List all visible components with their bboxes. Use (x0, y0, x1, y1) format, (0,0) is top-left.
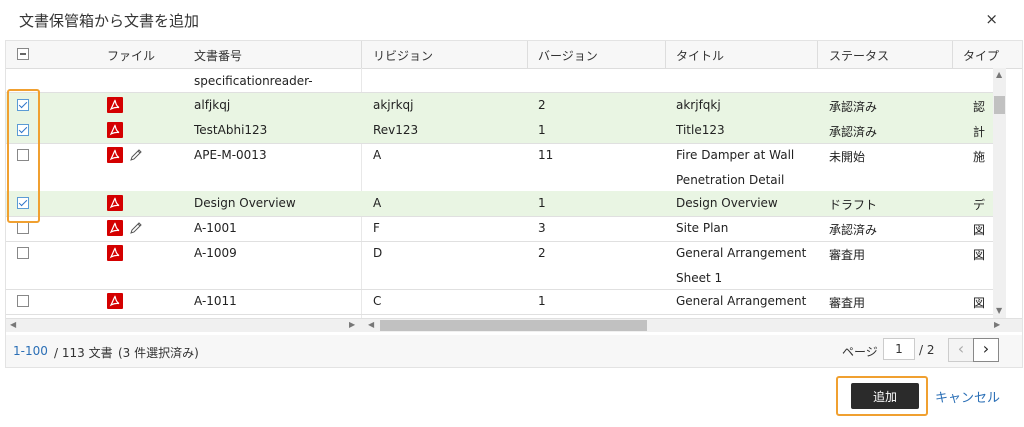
doc-number-cell: A-1009 (194, 246, 237, 260)
table-row[interactable]: TestAbhi123 Rev123 1 Title123 承認済み 計 (6, 118, 1006, 144)
pencil-icon[interactable] (128, 220, 144, 236)
type-cell: 図 (973, 296, 986, 310)
pdf-icon[interactable] (107, 195, 123, 211)
version-cell: 2 (538, 246, 546, 260)
page-total: / 2 (919, 343, 935, 357)
row-checkbox[interactable] (17, 222, 29, 234)
scroll-right-icon[interactable]: ▶ (994, 320, 1000, 329)
type-cell: デ (973, 198, 986, 212)
horizontal-scroll-thumb[interactable] (380, 320, 647, 331)
type-cell: 施 (973, 150, 986, 164)
status-cell: ドラフト (829, 198, 878, 212)
title-cell: General Arrangement (676, 294, 807, 308)
column-header-revision[interactable]: リビジョン (373, 47, 433, 64)
column-header-version[interactable]: バージョン (538, 47, 598, 64)
prev-page-button[interactable]: ‹ (948, 338, 974, 362)
table-row[interactable]: APE-M-0013 A 11 Fire Damper at Wall Penetrat… (6, 143, 1006, 192)
revision-cell: akjrkqj (373, 98, 414, 112)
type-cell: 認 (973, 100, 986, 114)
checkbox-highlight (7, 89, 40, 223)
row-checkbox[interactable] (17, 247, 29, 259)
scroll-up-icon[interactable]: ▲ (996, 70, 1002, 79)
revision-cell: A (373, 196, 382, 210)
next-page-button[interactable]: › (973, 338, 999, 362)
page-label: ページ (842, 345, 878, 359)
close-icon[interactable]: × (985, 10, 998, 28)
table-row[interactable]: A-1001 F 3 Site Plan 承認済み 図 (6, 216, 1006, 242)
doc-number-cell: TestAbhi123 (194, 123, 268, 137)
column-header-title[interactable]: タイトル (676, 47, 724, 64)
grid-header: ファイル 文書番号 リビジョン バージョン タイトル ステータス タイプ (6, 41, 1022, 69)
document-grid: ファイル 文書番号 リビジョン バージョン タイトル ステータス タイプ spe… (5, 40, 1023, 337)
doc-number-cell: Design Overview (194, 196, 296, 210)
grid-footer: 1-100 / 113 文書 (3 件選択済み) ページ 1 / 2 ‹ › (5, 335, 1023, 368)
title-cell: Site Plan (676, 221, 729, 235)
row-checkbox[interactable] (17, 295, 29, 307)
dialog-title: 文書保管箱から文書を追加 (19, 12, 200, 30)
revision-cell: Rev123 (373, 123, 419, 137)
doc-number-cell: A-1011 (194, 294, 237, 308)
range-label: 1-100 (13, 344, 48, 358)
table-row[interactable]: Design Overview A 1 Design Overview ドラフト デ (6, 191, 1006, 217)
scroll-right-icon[interactable]: ▶ (349, 320, 355, 329)
doc-number-cell: specificationreader- (194, 74, 313, 88)
doc-number-cell: APE-M-0013 (194, 148, 267, 162)
status-cell: 審査用 (829, 248, 866, 262)
version-cell: 1 (538, 123, 546, 137)
pencil-icon[interactable] (128, 147, 144, 163)
column-header-status[interactable]: ステータス (829, 47, 889, 64)
doc-number-cell: A-1001 (194, 221, 237, 235)
column-header-doc-number[interactable]: 文書番号 (194, 47, 242, 64)
selected-count: (3 件選択済み) (118, 346, 199, 360)
title-cell: General Arrangement (676, 246, 807, 260)
pdf-icon[interactable] (107, 122, 123, 138)
scroll-left-icon[interactable]: ◀ (368, 320, 374, 329)
scroll-down-icon[interactable]: ▼ (996, 306, 1002, 315)
select-all-checkbox[interactable] (17, 48, 29, 60)
revision-cell: A (373, 148, 382, 162)
status-cell: 承認済み (829, 100, 878, 114)
status-cell: 審査用 (829, 296, 866, 310)
add-button[interactable]: 追加 (851, 383, 919, 409)
type-cell: 図 (973, 223, 986, 237)
title-cell: akrjfqkj (676, 98, 721, 112)
version-cell: 1 (538, 294, 546, 308)
type-cell: 計 (973, 125, 986, 139)
status-cell: 未開始 (829, 150, 866, 164)
version-cell: 11 (538, 148, 554, 162)
table-row[interactable]: A-1011 C 1 General Arrangement 審査用 図 (6, 289, 1006, 315)
column-header-file[interactable]: ファイル (107, 47, 155, 64)
revision-cell: F (373, 221, 380, 235)
version-cell: 3 (538, 221, 546, 235)
total-label: / 113 文書 (54, 346, 113, 360)
title-cell-line2: Sheet 1 (676, 271, 723, 285)
title-cell-line2: Penetration Detail (676, 173, 785, 187)
table-row[interactable]: specificationreader- (6, 69, 1006, 93)
vertical-scrollbar[interactable]: ▲ ▼ (993, 68, 1006, 318)
pdf-icon[interactable] (107, 97, 123, 113)
table-row[interactable]: A-1009 D 2 General Arrangement Sheet 1 審査用 図 (6, 241, 1006, 290)
table-row[interactable]: alfjkqj akjrkqj 2 akrjfqkj 承認済み 認 (6, 93, 1006, 119)
type-cell: 図 (973, 248, 986, 262)
pdf-icon[interactable] (107, 293, 123, 309)
version-cell: 2 (538, 98, 546, 112)
page-input[interactable]: 1 (883, 338, 915, 360)
version-cell: 1 (538, 196, 546, 210)
scroll-left-icon[interactable]: ◀ (10, 320, 16, 329)
title-cell: Title123 (676, 123, 725, 137)
title-cell: Fire Damper at Wall (676, 148, 795, 162)
status-cell: 承認済み (829, 125, 878, 139)
pdf-icon[interactable] (107, 245, 123, 261)
status-cell: 承認済み (829, 223, 878, 237)
cancel-link[interactable]: キャンセル (935, 387, 1000, 406)
revision-cell: D (373, 246, 383, 260)
revision-cell: C (373, 294, 382, 308)
doc-number-cell: alfjkqj (194, 98, 231, 112)
title-cell: Design Overview (676, 196, 778, 210)
column-header-type[interactable]: タイプ (963, 47, 999, 64)
pdf-icon[interactable] (107, 220, 123, 236)
pdf-icon[interactable] (107, 147, 123, 163)
vertical-scroll-thumb[interactable] (994, 96, 1005, 114)
horizontal-scrollbar[interactable]: ◀ ▶ ◀ ▶ (6, 318, 1022, 332)
